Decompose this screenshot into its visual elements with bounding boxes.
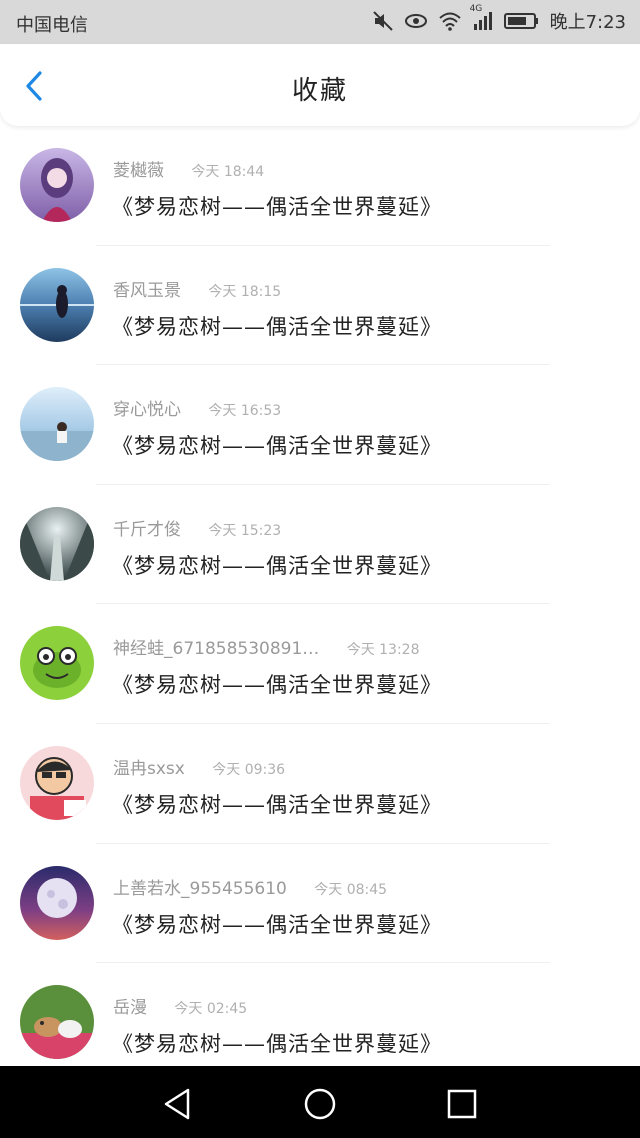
list-item[interactable]: 上善若水_955455610 今天 08:45 《梦易恋树——偶活全世界蔓延》 (0, 844, 640, 964)
item-meta: 菱樾薇 今天 18:44 (113, 156, 264, 181)
mute-icon (372, 10, 394, 32)
carrier-name: 中国电信 (16, 15, 88, 36)
timestamp: 今天 08:45 (314, 881, 388, 898)
avatar[interactable] (20, 865, 94, 940)
status-bar: 中国电信 4G 晚上7:23 (0, 0, 640, 44)
item-title[interactable]: 《梦易恋树——偶活全世界蔓延》 (112, 311, 442, 341)
battery-icon (503, 10, 540, 32)
timestamp: 今天 02:45 (174, 1001, 248, 1018)
item-meta: 神经蛙_671858530891… 今天 13:28 (113, 634, 420, 659)
user-name[interactable]: 上善若水_955455610 (113, 879, 287, 899)
avatar[interactable] (20, 985, 94, 1060)
eye-icon (404, 10, 428, 32)
item-meta: 香风玉景 今天 18:15 (113, 276, 281, 301)
item-meta: 温冉sxsx 今天 09:36 (113, 754, 285, 779)
system-nav-bar (0, 1066, 640, 1138)
nav-home-button[interactable] (302, 1086, 338, 1122)
avatar[interactable] (20, 626, 94, 701)
page-title: 收藏 (291, 76, 348, 106)
item-title[interactable]: 《梦易恋树——偶活全世界蔓延》 (112, 789, 442, 819)
network-type: 4G (469, 4, 483, 14)
list-item[interactable]: 岳漫 今天 02:45 《梦易恋树——偶活全世界蔓延》 (0, 963, 640, 1066)
list-item[interactable]: 香风玉景 今天 18:15 《梦易恋树——偶活全世界蔓延》 (0, 246, 640, 366)
list-item[interactable]: 神经蛙_671858530891… 今天 13:28 《梦易恋树——偶活全世界蔓… (0, 604, 640, 724)
avatar[interactable] (20, 267, 94, 342)
list-item[interactable]: 千斤才俊 今天 15:23 《梦易恋树——偶活全世界蔓延》 (0, 485, 640, 605)
timestamp: 今天 18:15 (208, 283, 282, 300)
user-name[interactable]: 岳漫 (113, 998, 147, 1018)
favorites-list: 菱樾薇 今天 18:44 《梦易恋树——偶活全世界蔓延》 香风玉景 今天 18:… (0, 126, 640, 1066)
item-meta: 上善若水_955455610 今天 08:45 (113, 874, 387, 899)
nav-recents-button[interactable] (444, 1086, 480, 1122)
app-header: 收藏 (0, 44, 640, 126)
item-meta: 千斤才俊 今天 15:23 (113, 515, 281, 540)
item-title[interactable]: 《梦易恋树——偶活全世界蔓延》 (112, 430, 442, 460)
item-meta: 岳漫 今天 02:45 (113, 993, 247, 1018)
user-name[interactable]: 穿心悦心 (113, 400, 181, 420)
avatar[interactable] (20, 148, 94, 222)
user-name[interactable]: 千斤才俊 (113, 520, 181, 540)
item-meta: 穿心悦心 今天 16:53 (113, 395, 281, 420)
list-item[interactable]: 菱樾薇 今天 18:44 《梦易恋树——偶活全世界蔓延》 (0, 126, 640, 246)
item-title[interactable]: 《梦易恋树——偶活全世界蔓延》 (112, 1028, 442, 1058)
item-title[interactable]: 《梦易恋树——偶活全世界蔓延》 (112, 669, 442, 699)
user-name[interactable]: 神经蛙_671858530891… (113, 639, 319, 659)
item-title[interactable]: 《梦易恋树——偶活全世界蔓延》 (112, 550, 442, 580)
avatar[interactable] (20, 506, 94, 581)
timestamp: 今天 16:53 (208, 403, 282, 420)
signal-icon: 4G (470, 4, 494, 32)
list-item[interactable]: 温冉sxsx 今天 09:36 《梦易恋树——偶活全世界蔓延》 (0, 724, 640, 844)
item-title[interactable]: 《梦易恋树——偶活全世界蔓延》 (112, 191, 442, 221)
clock: 晚上7:23 (549, 12, 626, 33)
user-name[interactable]: 菱樾薇 (113, 161, 164, 181)
nav-back-button[interactable] (160, 1086, 196, 1122)
back-triangle-icon (164, 1088, 190, 1120)
timestamp: 今天 13:28 (346, 642, 420, 659)
wifi-icon (438, 10, 462, 32)
status-icons: 4G 晚上7:23 (372, 4, 626, 34)
home-circle-icon (304, 1088, 336, 1120)
user-name[interactable]: 香风玉景 (113, 281, 181, 301)
avatar[interactable] (20, 387, 94, 462)
timestamp: 今天 18:44 (191, 164, 265, 180)
user-name[interactable]: 温冉sxsx (113, 759, 185, 779)
list-item[interactable]: 穿心悦心 今天 16:53 《梦易恋树——偶活全世界蔓延》 (0, 365, 640, 485)
timestamp: 今天 15:23 (208, 522, 282, 539)
item-title[interactable]: 《梦易恋树——偶活全世界蔓延》 (112, 909, 442, 939)
avatar[interactable] (20, 745, 94, 820)
timestamp: 今天 09:36 (212, 761, 286, 778)
recents-square-icon (447, 1089, 477, 1119)
